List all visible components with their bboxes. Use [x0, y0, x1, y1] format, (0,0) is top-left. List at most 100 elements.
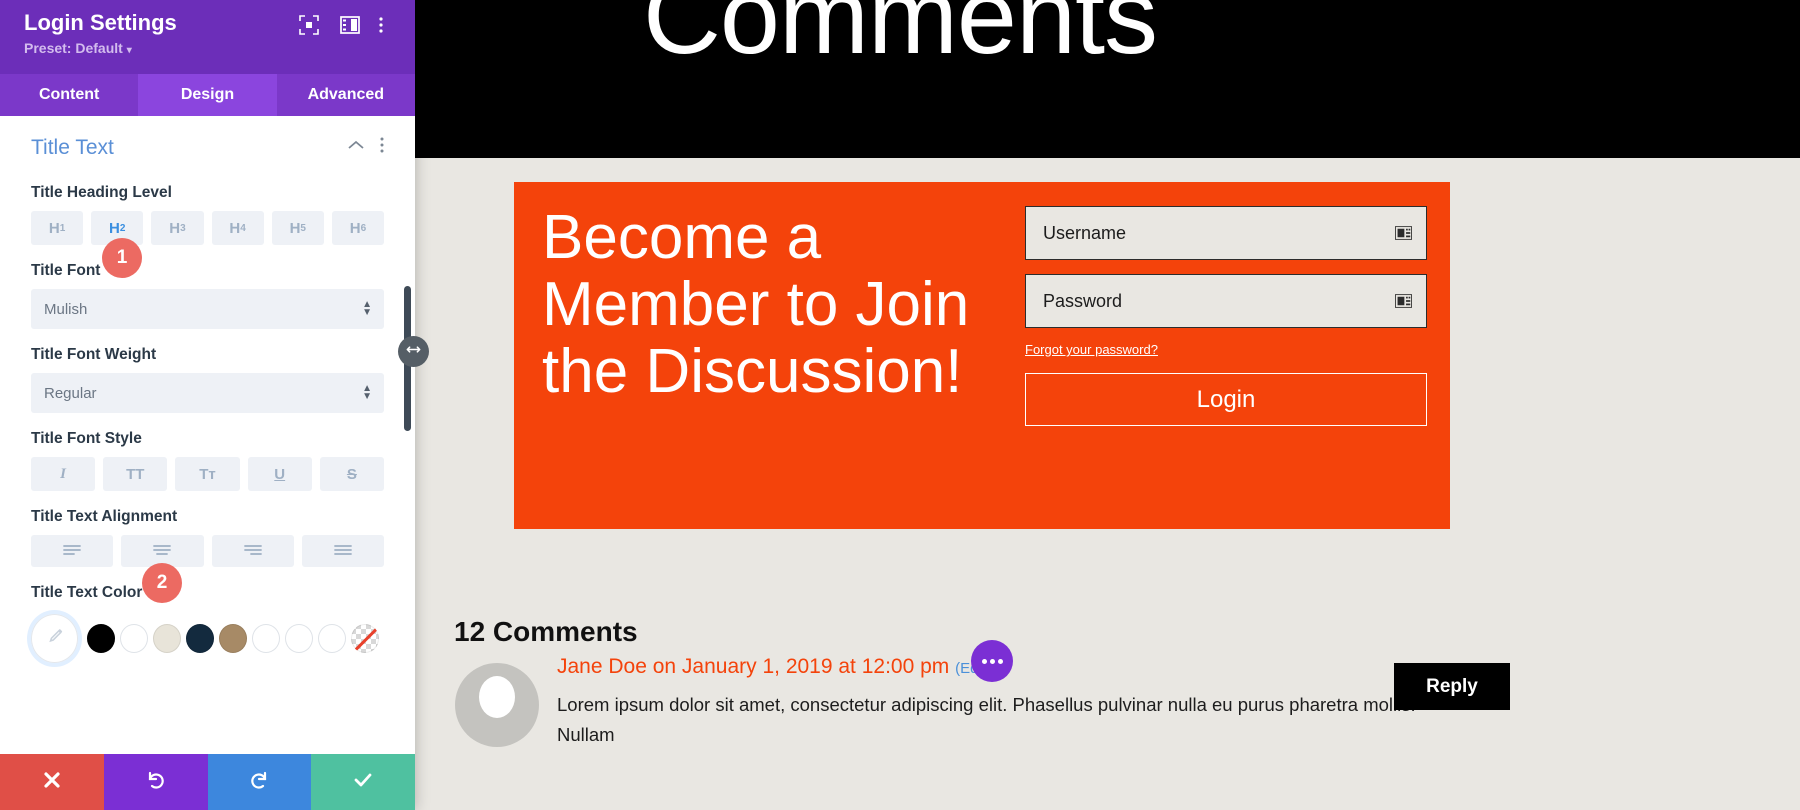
font-style-smallcaps-button[interactable]: Tᴛ: [175, 457, 240, 491]
comment-meta: Jane Doe on January 1, 2019 at 12:00 pm …: [557, 655, 991, 679]
login-submit-button[interactable]: Login: [1025, 373, 1427, 426]
undo-button[interactable]: [103, 754, 208, 810]
field-title-font-weight: Title Font Weight Regular ▲ ▼: [0, 346, 415, 413]
font-style-uppercase-button[interactable]: TT: [103, 457, 168, 491]
callout-badge-2: 2: [142, 563, 182, 603]
login-module: Become a Member to Join the Discussion! …: [514, 182, 1450, 529]
color-swatch-2[interactable]: [120, 624, 149, 653]
field-title-heading-level: Title Heading Level H1 H2 H3 H4 H5 H6: [0, 184, 415, 245]
color-swatch-4[interactable]: [186, 624, 215, 653]
module-settings-panel: Login Settings Preset: Default ▾ Content…: [0, 0, 415, 810]
align-left-icon: [62, 543, 82, 560]
password-field[interactable]: Password: [1025, 274, 1427, 328]
small-caps-icon: Tᴛ: [199, 465, 216, 483]
callout-badge-1: 1: [102, 238, 142, 278]
screen-root: Comments Become a Member to Join the Dis…: [0, 0, 1800, 810]
heading-level-h6[interactable]: H6: [331, 211, 385, 245]
check-icon: [352, 769, 374, 796]
panel-preset-label: Preset: Default: [24, 40, 123, 56]
eyedropper-icon: [44, 626, 65, 652]
tab-advanced[interactable]: Advanced: [277, 74, 415, 116]
login-form: Username Password Forgot your password? …: [1025, 206, 1427, 426]
panel-resize-handle[interactable]: [398, 336, 429, 367]
chevron-up-icon[interactable]: [345, 134, 367, 161]
panel-tabs: Content Design Advanced: [0, 74, 415, 116]
focus-icon[interactable]: [298, 14, 320, 36]
color-swatch-3[interactable]: [153, 624, 182, 653]
strikethrough-icon: S: [346, 465, 357, 483]
forgot-password-link[interactable]: Forgot your password?: [1025, 342, 1427, 357]
title-font-value: Mulish: [44, 300, 88, 318]
username-input-icon: [1395, 226, 1412, 241]
field-label-title-font-style: Title Font Style: [31, 430, 142, 447]
align-justify-button[interactable]: [301, 535, 384, 567]
reply-button[interactable]: Reply: [1394, 663, 1510, 710]
underline-icon: U: [274, 465, 286, 483]
select-arrows-icon: ▲ ▼: [362, 299, 372, 318]
tab-design[interactable]: Design: [138, 74, 277, 116]
layout-icon[interactable]: [339, 14, 361, 36]
align-center-icon: [152, 543, 172, 560]
title-font-weight-select[interactable]: Regular ▲ ▼: [31, 373, 384, 413]
font-style-button-row: I TT Tᴛ U S: [31, 457, 385, 491]
panel-body: Title Text Title Heading Level H1 H 2 H …: [0, 116, 415, 754]
font-style-italic-button[interactable]: I: [31, 457, 96, 491]
section-title: Title Text: [31, 135, 114, 159]
kebab-menu-icon[interactable]: [378, 14, 392, 36]
font-style-strikethrough-button[interactable]: S: [319, 457, 385, 491]
align-right-icon: [243, 543, 263, 560]
undo-icon: [145, 769, 167, 796]
field-title-font: Title Font Mulish ▲ ▼: [0, 262, 415, 329]
heading-level-button-row: H1 H2 H3 H4 H5 H6: [31, 211, 385, 245]
color-swatch-none[interactable]: [351, 624, 379, 653]
select-arrows-icon: ▲ ▼: [362, 383, 372, 402]
color-swatch-8[interactable]: [318, 624, 347, 653]
italic-icon: I: [60, 465, 67, 482]
panel-footer-actions: [0, 754, 415, 810]
text-alignment-button-row: [31, 535, 384, 567]
align-right-button[interactable]: [211, 535, 294, 567]
username-placeholder: Username: [1043, 222, 1127, 243]
color-swatch-5[interactable]: [219, 624, 248, 653]
field-title-text-color: Title Text Color: [0, 584, 415, 663]
panel-title: Login Settings: [24, 10, 177, 35]
username-field[interactable]: Username: [1025, 206, 1427, 260]
close-icon: [41, 769, 63, 796]
field-label-heading-level: Title Heading Level: [31, 184, 172, 201]
section-title-text-header[interactable]: Title Text: [0, 116, 415, 167]
uppercase-icon: TT: [126, 465, 145, 483]
redo-button[interactable]: [207, 754, 312, 810]
font-style-underline-button[interactable]: U: [247, 457, 312, 491]
field-label-title-text-color: Title Text Color: [31, 584, 143, 601]
ellipsis-icon: [981, 658, 1003, 664]
chevron-down-icon: ▾: [126, 45, 132, 56]
color-picker-button[interactable]: [31, 614, 79, 663]
align-left-button[interactable]: [31, 535, 114, 567]
cancel-button[interactable]: [0, 754, 104, 810]
heading-level-h5[interactable]: H5: [271, 211, 324, 245]
color-swatch-1[interactable]: [87, 624, 116, 653]
heading-level-h1[interactable]: H1: [31, 211, 84, 245]
color-swatch-6[interactable]: [252, 624, 281, 653]
title-font-select[interactable]: Mulish ▲ ▼: [31, 289, 384, 329]
save-button[interactable]: [311, 754, 415, 810]
field-label-title-text-alignment: Title Text Alignment: [31, 508, 178, 525]
color-swatch-7[interactable]: [285, 624, 314, 653]
color-swatch-row: [31, 614, 384, 663]
password-input-icon: [1395, 294, 1412, 309]
heading-level-h3[interactable]: H3: [151, 211, 204, 245]
heading-level-h4[interactable]: H4: [211, 211, 264, 245]
panel-header: Login Settings Preset: Default ▾: [0, 0, 415, 74]
align-justify-icon: [333, 543, 353, 560]
tab-content[interactable]: Content: [0, 74, 138, 116]
login-module-heading: Become a Member to Join the Discussion!: [542, 203, 970, 406]
arrows-horizontal-icon: [405, 341, 422, 363]
section-kebab-menu-icon[interactable]: [379, 134, 393, 161]
field-label-title-font-weight: Title Font Weight: [31, 346, 157, 363]
comment-body-text: Lorem ipsum dolor sit amet, consectetur …: [557, 694, 1416, 745]
password-placeholder: Password: [1043, 290, 1123, 311]
comments-count-heading: 12 Comments: [454, 616, 638, 647]
redo-icon: [248, 769, 270, 796]
comment-options-button[interactable]: [971, 640, 1013, 682]
panel-preset-selector[interactable]: Preset: Default ▾: [24, 40, 132, 56]
